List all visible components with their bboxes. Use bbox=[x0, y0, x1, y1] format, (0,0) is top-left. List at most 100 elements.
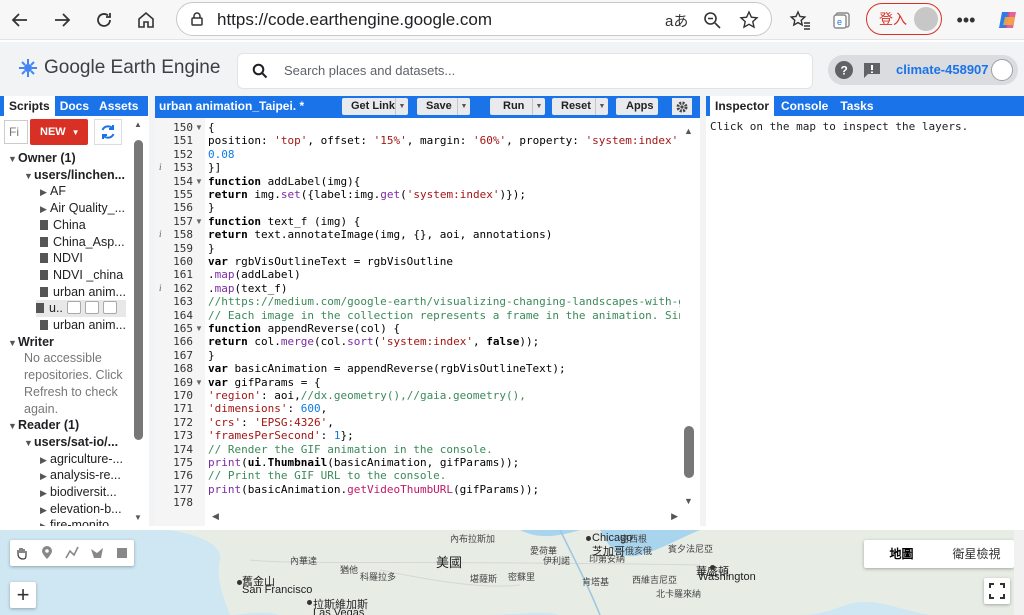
info-icon[interactable]: i bbox=[159, 228, 162, 241]
tab-assets[interactable]: Assets bbox=[94, 96, 143, 116]
code-line[interactable]: function appendReverse(col) { bbox=[208, 322, 400, 335]
chevron-right-icon[interactable]: ▶ bbox=[40, 502, 50, 519]
polygon-draw-icon[interactable] bbox=[84, 540, 109, 566]
tree-item[interactable]: u.. bbox=[36, 300, 126, 318]
fullscreen-button[interactable] bbox=[984, 578, 1010, 604]
code-line[interactable]: return col.merge(col.sort('system:index'… bbox=[208, 335, 539, 348]
editor-horizontal-scrollbar[interactable]: ◀ ▶ bbox=[210, 511, 680, 522]
left-scrollbar-thumb[interactable] bbox=[134, 140, 143, 440]
code-editor[interactable]: 150 ▼ 151 152 153 i 154 ▼ 155 156 157 ▼ 158 i 159 160 16… bbox=[155, 118, 700, 526]
get-link-button[interactable]: Get Link ▼ bbox=[342, 98, 408, 115]
map-scrollbar[interactable] bbox=[1014, 530, 1024, 615]
chevron-right-icon[interactable]: ▶ bbox=[40, 201, 50, 218]
reload-icon[interactable] bbox=[90, 6, 118, 34]
copilot-icon[interactable] bbox=[994, 6, 1022, 34]
home-icon[interactable] bbox=[132, 6, 160, 34]
lock-icon[interactable] bbox=[189, 11, 205, 30]
app-logo[interactable]: Google Earth Engine bbox=[18, 57, 220, 79]
code-line[interactable]: 'framesPerSecond': 1}; bbox=[208, 429, 354, 442]
tab-tasks[interactable]: Tasks bbox=[835, 96, 878, 116]
rectangle-draw-icon[interactable] bbox=[109, 540, 134, 566]
tab-scripts[interactable]: Scripts bbox=[4, 96, 55, 116]
chevron-right-icon[interactable]: ▶ bbox=[40, 452, 50, 469]
tree-item[interactable]: ▶ Air Quality_... bbox=[40, 200, 125, 217]
code-line[interactable]: } bbox=[208, 349, 215, 362]
code-line[interactable]: // Each image in the collection represen… bbox=[208, 309, 680, 322]
tree-item[interactable]: ▼users/linchen... bbox=[24, 167, 125, 184]
favorites-icon[interactable] bbox=[786, 6, 814, 34]
point-marker-icon[interactable] bbox=[35, 540, 60, 566]
code-line[interactable]: return text.annotateImage(img, {}, aoi, … bbox=[208, 228, 552, 241]
tree-item[interactable]: NDVI bbox=[40, 250, 83, 267]
more-icon[interactable]: ••• bbox=[952, 6, 980, 34]
tree-item[interactable]: ▶ elevation-b... bbox=[40, 501, 122, 518]
dropdown-arrow-icon[interactable]: ▼ bbox=[532, 98, 545, 115]
fold-toggle-icon[interactable]: ▼ bbox=[195, 175, 203, 188]
tree-item[interactable]: ▼Writer bbox=[8, 334, 54, 351]
fold-toggle-icon[interactable]: ▼ bbox=[195, 376, 203, 389]
user-avatar[interactable] bbox=[991, 59, 1013, 81]
fold-toggle-icon[interactable]: ▼ bbox=[195, 215, 203, 228]
code-line[interactable]: .map(text_f) bbox=[208, 282, 287, 295]
code-line[interactable]: function addLabel(img){ bbox=[208, 175, 360, 188]
code-line[interactable]: 'crs': 'EPSG:4326', bbox=[208, 416, 334, 429]
code-line[interactable]: 0.08 bbox=[208, 148, 235, 161]
code-line[interactable]: // Print the GIF URL to the console. bbox=[208, 469, 446, 482]
filter-input[interactable]: Fi bbox=[4, 120, 28, 144]
feedback-icon[interactable] bbox=[862, 60, 882, 83]
chevron-right-icon[interactable]: ▶ bbox=[40, 485, 50, 502]
chevron-down-icon[interactable]: ▼ bbox=[24, 435, 34, 452]
tree-item[interactable]: China_Asp... bbox=[40, 234, 125, 251]
code-line[interactable]: } bbox=[208, 201, 215, 214]
tree-item[interactable]: ▼Reader (1) bbox=[8, 417, 79, 434]
tree-item[interactable]: ▼users/sat-io/... bbox=[24, 434, 118, 451]
new-button[interactable]: NEW ▼ bbox=[30, 119, 88, 145]
chevron-down-icon[interactable]: ▼ bbox=[8, 335, 18, 352]
back-icon[interactable] bbox=[6, 6, 34, 34]
reset-button[interactable]: Reset ▼ bbox=[552, 98, 608, 115]
help-icon[interactable]: ? bbox=[834, 60, 854, 83]
read-aloud-icon[interactable]: aあ bbox=[665, 10, 688, 31]
map-type-satellite-button[interactable]: 衛星檢視 bbox=[939, 540, 1014, 568]
tab-docs[interactable]: Docs bbox=[55, 96, 94, 116]
tab-inspector[interactable]: Inspector bbox=[710, 96, 775, 116]
login-button[interactable]: 登入 bbox=[866, 3, 942, 35]
zoom-in-button[interactable]: + bbox=[10, 582, 36, 608]
tree-item[interactable]: ▶ AF bbox=[40, 183, 66, 200]
apps-button[interactable]: Apps bbox=[616, 98, 658, 115]
tree-item[interactable]: ▶ biodiversit... bbox=[40, 484, 117, 501]
pan-hand-icon[interactable] bbox=[10, 540, 35, 566]
tree-item[interactable]: urban anim... bbox=[40, 284, 126, 301]
code-line[interactable]: print(basicAnimation.getVideoThumbURL(gi… bbox=[208, 483, 539, 496]
fold-toggle-icon[interactable]: ▼ bbox=[195, 121, 203, 134]
tab-console[interactable]: Console bbox=[776, 96, 833, 116]
code-area[interactable]: {position: 'top', offset: '15%', margin:… bbox=[208, 118, 680, 526]
code-line[interactable]: { bbox=[208, 121, 215, 134]
chevron-down-icon[interactable]: ▼ bbox=[8, 151, 18, 168]
code-line[interactable]: position: 'top', offset: '15%', margin: … bbox=[208, 134, 680, 147]
editor-scrollbar-thumb[interactable] bbox=[684, 426, 694, 478]
run-button[interactable]: Run ▼ bbox=[490, 98, 545, 115]
chevron-down-icon[interactable]: ▼ bbox=[24, 168, 34, 185]
tree-item[interactable]: ▶ analysis-re... bbox=[40, 467, 121, 484]
code-line[interactable]: }] bbox=[208, 161, 221, 174]
address-bar[interactable]: https://code.earthengine.google.com aあ bbox=[176, 2, 772, 36]
dropdown-arrow-icon[interactable]: ▼ bbox=[595, 98, 608, 115]
chevron-right-icon[interactable]: ▶ bbox=[40, 468, 50, 485]
history-icon[interactable] bbox=[66, 301, 81, 315]
code-line[interactable]: // Render the GIF animation in the conso… bbox=[208, 443, 493, 456]
tree-item[interactable]: ▶ agriculture-... bbox=[40, 451, 123, 468]
project-selector[interactable]: ? climate-458907 bbox=[828, 55, 1018, 85]
fold-toggle-icon[interactable]: ▼ bbox=[195, 322, 203, 335]
dropdown-arrow-icon[interactable]: ▼ bbox=[457, 98, 470, 115]
code-line[interactable]: return img.set({label:img.get('system:in… bbox=[208, 188, 526, 201]
code-line[interactable]: 'region': aoi,//dx.geometry(),//gaia.geo… bbox=[208, 389, 526, 402]
url-text[interactable]: https://code.earthengine.google.com bbox=[217, 10, 492, 30]
tree-item[interactable]: ▼Owner (1) bbox=[8, 150, 76, 167]
line-draw-icon[interactable] bbox=[60, 540, 85, 566]
code-line[interactable]: } bbox=[208, 242, 215, 255]
chevron-right-icon[interactable]: ▶ bbox=[40, 518, 50, 526]
search-input[interactable]: Search places and datasets... bbox=[238, 54, 812, 88]
refresh-button[interactable] bbox=[94, 119, 122, 145]
favorite-star-icon[interactable] bbox=[739, 10, 759, 33]
